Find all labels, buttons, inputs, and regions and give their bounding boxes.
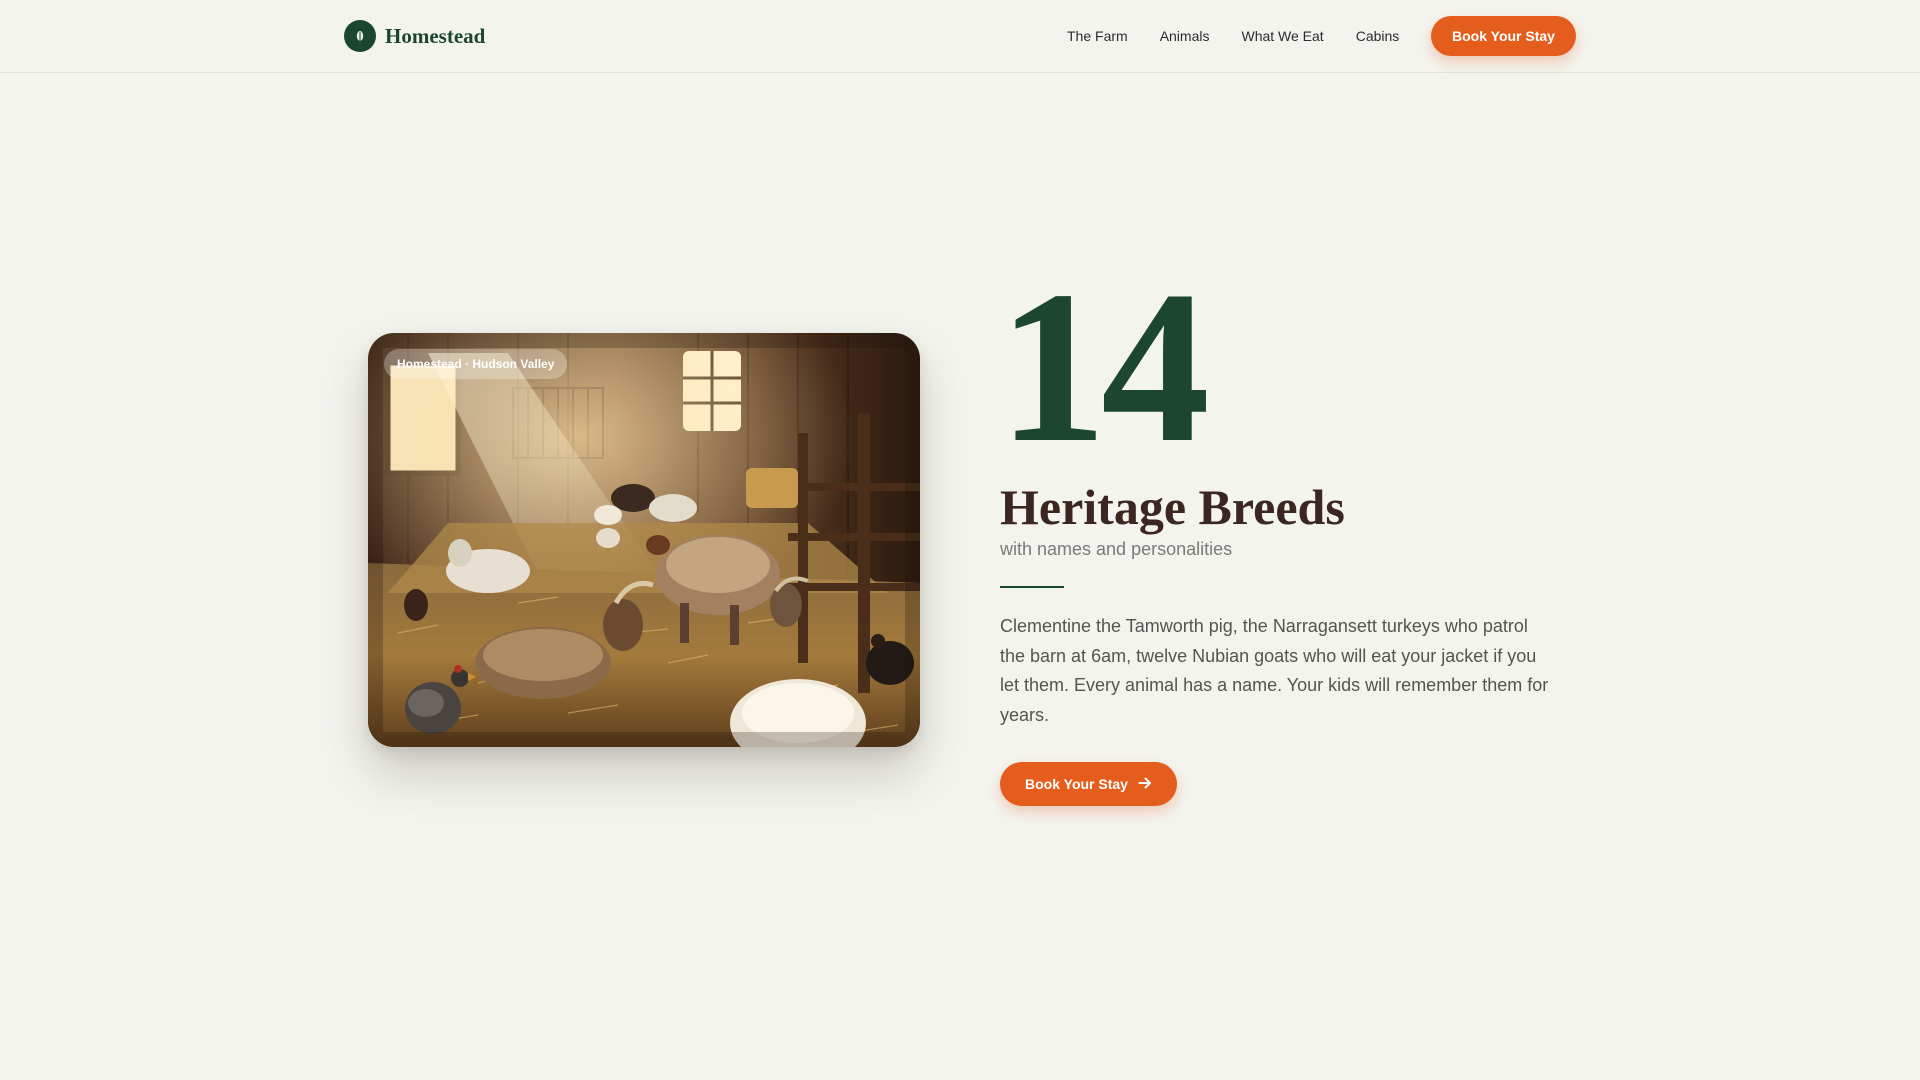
stat-subtitle: with names and personalities: [1000, 539, 1233, 559]
hero-book-button[interactable]: Book Your Stay: [1000, 762, 1177, 806]
arrow-right-icon: [1138, 776, 1152, 793]
site-header: Homestead The Farm Animals What We Eat C…: [0, 0, 1920, 73]
barn-animals-photo: [368, 333, 920, 747]
leaf-icon: [344, 20, 376, 52]
nav-link-what-we-eat[interactable]: What We Eat: [1241, 28, 1323, 44]
main-nav: The Farm Animals What We Eat Cabins: [1067, 25, 1399, 47]
stat-title: Heritage Breeds: [1000, 479, 1345, 535]
nav-link-cabins[interactable]: Cabins: [1356, 28, 1400, 44]
barn-photo-card: Homestead · Hudson Valley: [368, 333, 920, 747]
section-divider: [1000, 586, 1064, 588]
hero-description: Clementine the Tamworth pig, the Narraga…: [1000, 616, 1549, 725]
brand-name: Homestead: [385, 23, 486, 48]
nav-link-animals[interactable]: Animals: [1160, 28, 1210, 44]
header-book-button[interactable]: Book Your Stay: [1431, 16, 1576, 56]
nav-link-the-farm[interactable]: The Farm: [1067, 28, 1128, 44]
stat-number: 14: [998, 247, 1210, 488]
hero-book-label: Book Your Stay: [1025, 776, 1128, 792]
brand-logo[interactable]: Homestead: [344, 19, 485, 53]
location-tag: Homestead · Hudson Valley: [384, 349, 568, 379]
